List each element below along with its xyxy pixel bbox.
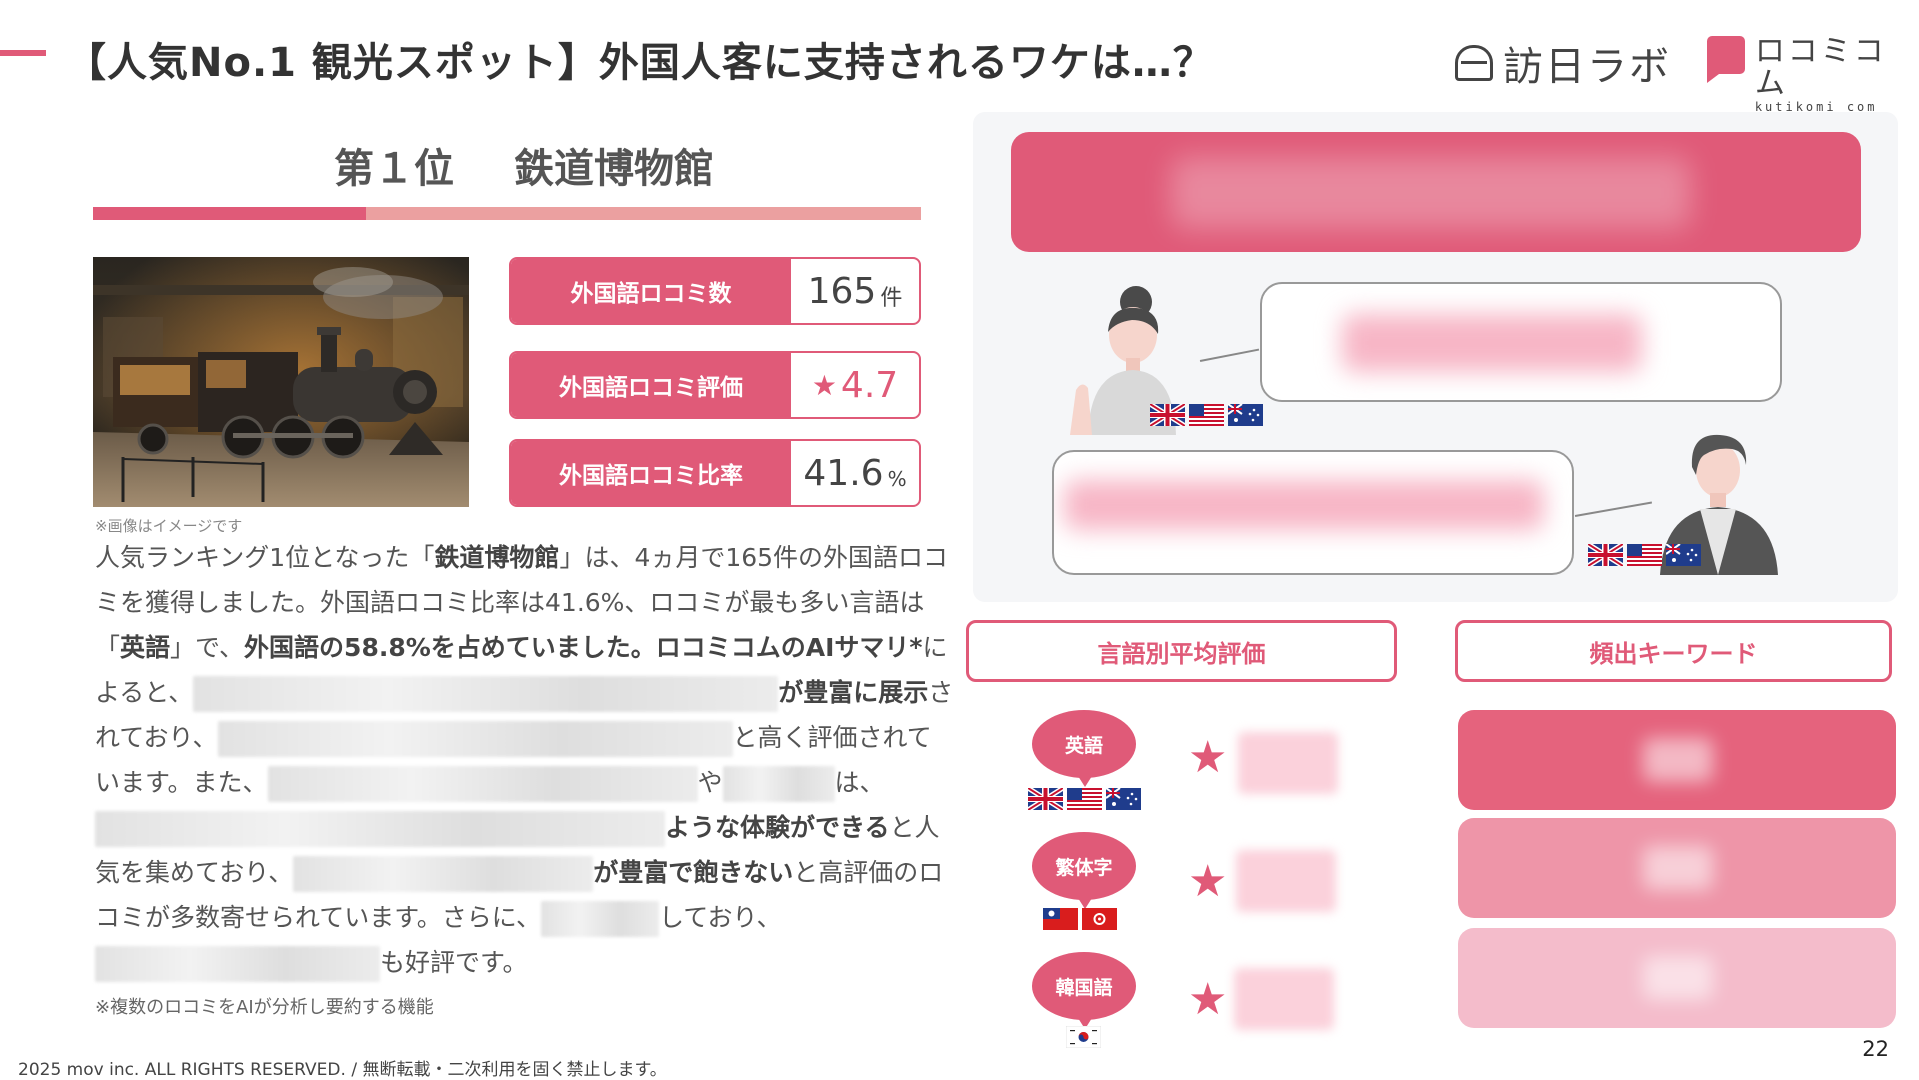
au-flag-icon bbox=[1106, 788, 1141, 810]
review-bubble-2 bbox=[1052, 450, 1574, 575]
tw-flag-icon bbox=[1043, 908, 1078, 930]
copyright-text: 2025 mov inc. ALL RIGHTS RESERVED. / 無断転… bbox=[18, 1060, 667, 1080]
redacted-review-text bbox=[1064, 480, 1544, 530]
keyword-box-1 bbox=[1458, 710, 1896, 810]
stat-review-ratio-value-wrap: 41.6 % bbox=[791, 441, 919, 505]
uk-flag-icon bbox=[1028, 788, 1063, 810]
page-number: 22 bbox=[1862, 1037, 1889, 1061]
summary-paragraph: 人気ランキング1位となった「鉄道博物館」は、4ヵ月で165件の外国語ロコミを獲得… bbox=[95, 535, 955, 985]
us-flag-icon bbox=[1189, 404, 1224, 426]
us-flag-icon bbox=[1067, 788, 1102, 810]
para-text: は、 bbox=[834, 768, 885, 797]
kuchikomi-logo-mark-icon bbox=[1707, 36, 1745, 83]
stat-review-rating-value: 4.7 bbox=[840, 364, 899, 406]
locomotive-image bbox=[93, 257, 469, 507]
redacted-keyword bbox=[1643, 738, 1713, 782]
redacted-summary-banner bbox=[1011, 132, 1861, 252]
redacted-keyword bbox=[1643, 846, 1713, 890]
stat-review-count-label: 外国語ロコミ数 bbox=[511, 259, 791, 323]
us-flag-icon bbox=[1627, 544, 1662, 566]
redacted-keyword bbox=[1643, 956, 1713, 1000]
redacted-text-block bbox=[95, 946, 380, 982]
para-bold: 鉄道博物館 bbox=[434, 543, 560, 572]
redacted-rating-traditional-chinese bbox=[1236, 850, 1336, 912]
star-icon: ★ bbox=[1188, 732, 1228, 783]
reviewer-1-flags bbox=[1150, 404, 1263, 426]
redacted-rating-korean bbox=[1234, 968, 1334, 1030]
rank-progress-fill bbox=[93, 207, 367, 220]
stat-review-count-value-wrap: 165 件 bbox=[791, 259, 919, 323]
hk-flag-icon bbox=[1082, 908, 1117, 930]
uk-flag-icon bbox=[1588, 544, 1623, 566]
kuchikomi-logo-text: ロコミコム bbox=[1754, 34, 1887, 101]
keyword-box-3 bbox=[1458, 928, 1896, 1028]
stat-review-rating-label: 外国語ロコミ評価 bbox=[511, 353, 791, 417]
para-text: も好評です。 bbox=[380, 948, 528, 977]
para-text: 」で、 bbox=[170, 633, 245, 662]
au-flag-icon bbox=[1666, 544, 1701, 566]
museum-photo bbox=[93, 257, 469, 507]
stat-review-rating: 外国語ロコミ評価 ★ 4.7 bbox=[509, 351, 921, 419]
stat-review-count-value: 165 bbox=[807, 270, 877, 312]
rank-label: 第１位 bbox=[334, 146, 454, 192]
traditional-chinese-flags bbox=[1043, 908, 1117, 930]
stat-review-count: 外国語ロコミ数 165 件 bbox=[509, 257, 921, 325]
redacted-text-block bbox=[293, 856, 594, 892]
redacted-text-block bbox=[541, 901, 660, 937]
houmon-lab-logo: 訪日ラボ bbox=[1455, 34, 1671, 92]
keyword-box-2 bbox=[1458, 818, 1896, 918]
review-bubble-1 bbox=[1260, 282, 1782, 402]
para-bold: が豊富で飽きない bbox=[593, 858, 794, 887]
ai-summary-footnote: ※複数のロコミをAIが分析し要約する機能 bbox=[95, 997, 434, 1018]
header-accent-line bbox=[0, 50, 46, 56]
stat-review-count-unit: 件 bbox=[880, 286, 903, 311]
houmon-lab-logo-text: 訪日ラボ bbox=[1503, 44, 1671, 90]
stat-review-ratio-unit: % bbox=[887, 467, 907, 491]
frequent-keywords-header: 頻出キーワード bbox=[1455, 620, 1892, 682]
redacted-text-block bbox=[217, 721, 733, 757]
rank-progress-bar bbox=[93, 207, 921, 220]
kr-flag-icon bbox=[1066, 1026, 1101, 1048]
redacted-banner-text bbox=[1171, 157, 1691, 229]
english-flags bbox=[1028, 788, 1141, 810]
photo-note: ※画像はイメージです bbox=[95, 517, 243, 535]
au-flag-icon bbox=[1228, 404, 1263, 426]
lang-bubble-traditional-chinese: 繁体字 bbox=[1032, 832, 1136, 909]
place-name: 鉄道博物館 bbox=[514, 146, 714, 192]
para-text: しており、 bbox=[659, 903, 782, 932]
stat-review-rating-value-wrap: ★ 4.7 bbox=[791, 353, 919, 417]
star-icon: ★ bbox=[811, 368, 837, 402]
redacted-text-block bbox=[267, 766, 698, 802]
para-bold: 英語 bbox=[120, 633, 171, 662]
redacted-review-text bbox=[1342, 314, 1642, 372]
lang-bubble-korean: 韓国語 bbox=[1032, 952, 1136, 1029]
kuchikomi-com-logo: ロコミコム kutikomi com bbox=[1707, 36, 1919, 114]
reviewer-2-flags bbox=[1588, 544, 1701, 566]
star-icon: ★ bbox=[1188, 856, 1228, 907]
korean-flags bbox=[1066, 1026, 1101, 1048]
page-title: 【人気No.1 観光スポット】外国人客に支持されるワケは…？ bbox=[66, 40, 1214, 86]
para-text: 人気ランキング1位となった「 bbox=[95, 543, 435, 572]
lang-bubble-english: 英語 bbox=[1032, 710, 1136, 787]
para-bold: が豊富に展示 bbox=[778, 678, 929, 707]
houmon-lab-logo-mark-icon bbox=[1455, 45, 1493, 81]
star-icon: ★ bbox=[1188, 974, 1228, 1025]
para-bold: 外国語の58.8%を占めていました。ロコミコムのAIサマリ* bbox=[244, 633, 923, 662]
uk-flag-icon bbox=[1150, 404, 1185, 426]
stat-review-ratio-label: 外国語ロコミ比率 bbox=[511, 441, 791, 505]
para-bold: ような体験ができる bbox=[665, 813, 890, 842]
rank-heading: 第１位 鉄道博物館 bbox=[334, 136, 714, 194]
redacted-text-block bbox=[95, 811, 665, 847]
avg-rating-by-language-header: 言語別平均評価 bbox=[966, 620, 1397, 682]
stat-review-ratio-value: 41.6 bbox=[803, 452, 884, 494]
redacted-rating-english bbox=[1238, 732, 1338, 794]
redacted-text-block bbox=[193, 676, 779, 712]
redacted-text-block bbox=[722, 766, 835, 802]
stat-review-ratio: 外国語ロコミ比率 41.6 % bbox=[509, 439, 921, 507]
para-text: や bbox=[697, 768, 723, 797]
